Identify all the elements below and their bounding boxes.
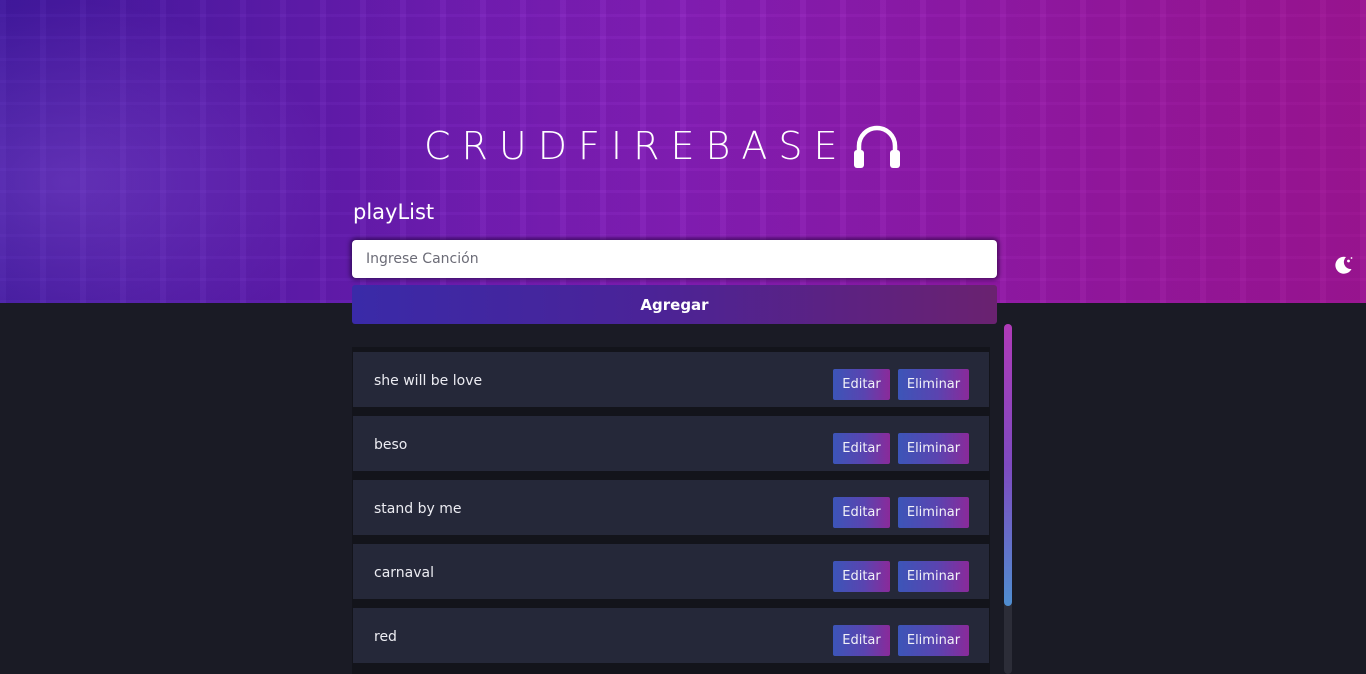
edit-button[interactable]: Editar [833, 369, 890, 400]
edit-button[interactable]: Editar [833, 433, 890, 464]
list-item: stand by me Editar Eliminar [353, 480, 989, 535]
delete-button[interactable]: Eliminar [898, 369, 969, 400]
song-title: stand by me [374, 501, 462, 517]
song-input[interactable] [352, 240, 997, 278]
delete-button[interactable]: Eliminar [898, 625, 969, 656]
scrollbar-thumb[interactable] [1004, 324, 1012, 606]
add-button[interactable]: Agregar [352, 285, 997, 324]
playlist: she will be love Editar Eliminar beso Ed… [352, 347, 990, 674]
song-title: she will be love [374, 373, 483, 389]
song-title: carnaval [374, 565, 434, 581]
song-title: beso [374, 437, 408, 453]
headphones-icon [853, 125, 900, 168]
list-item: red Editar Eliminar [353, 608, 989, 663]
list-item: she will be love Editar Eliminar [353, 352, 989, 407]
list-item: beso Editar Eliminar [353, 416, 989, 471]
edit-button[interactable]: Editar [833, 497, 890, 528]
playlist-scrollbar[interactable] [1004, 324, 1012, 674]
delete-button[interactable]: Eliminar [898, 561, 969, 592]
edit-button[interactable]: Editar [833, 625, 890, 656]
app-logo: CRUDFIREBASE [424, 118, 903, 174]
delete-button[interactable]: Eliminar [898, 433, 969, 464]
song-title: red [374, 629, 397, 645]
edit-button[interactable]: Editar [833, 561, 890, 592]
delete-button[interactable]: Eliminar [898, 497, 969, 528]
moon-star-icon[interactable] [1332, 254, 1354, 276]
page-subtitle: playList [353, 200, 435, 224]
hero-background-image [0, 0, 340, 303]
list-item: carnaval Editar Eliminar [353, 544, 989, 599]
logo-text: CRUDFIREBASE [424, 124, 849, 168]
